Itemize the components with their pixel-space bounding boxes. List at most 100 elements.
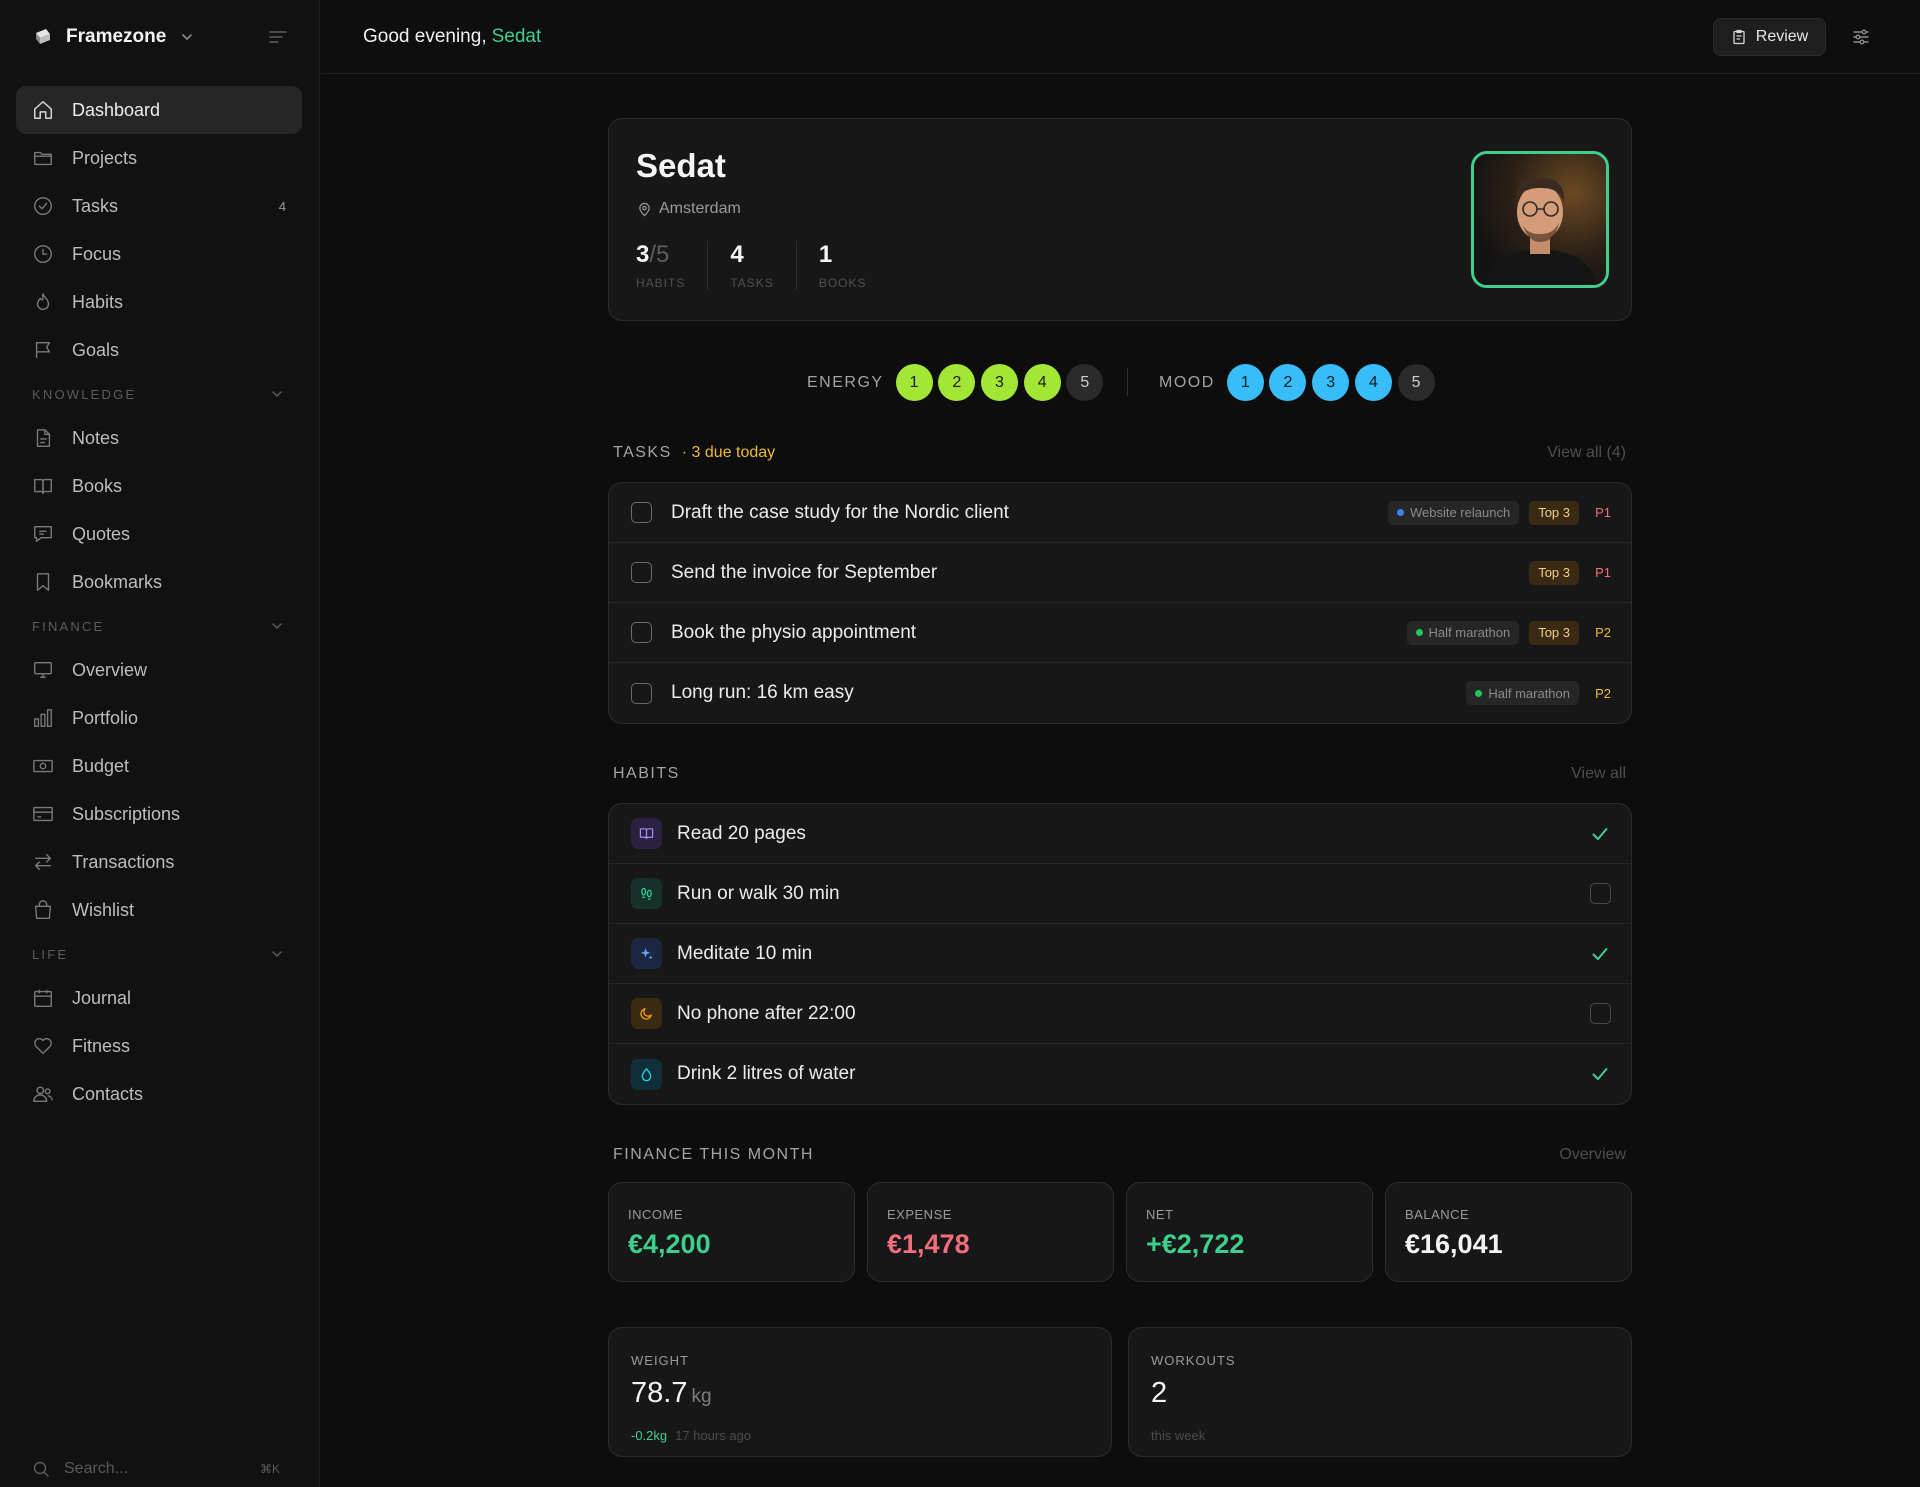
- habit-done-check[interactable]: [1589, 823, 1611, 845]
- habits-title: HABITS: [613, 765, 680, 782]
- habit-row[interactable]: Meditate 10 min: [609, 924, 1631, 984]
- habit-checkbox[interactable]: [1589, 1003, 1611, 1025]
- search-placeholder: Search...: [64, 1460, 129, 1477]
- sidebar-item-quotes[interactable]: Quotes: [16, 510, 302, 558]
- project-label: Half marathon: [1428, 625, 1511, 640]
- stat-value: 1: [819, 241, 867, 269]
- habits-header: HABITS View all: [608, 765, 1632, 783]
- sliders-icon[interactable]: [1851, 27, 1871, 47]
- review-button[interactable]: Review: [1713, 18, 1826, 56]
- chevron-down-icon: [182, 34, 193, 40]
- section-finance-header[interactable]: FINANCE: [16, 606, 302, 646]
- habit-row[interactable]: Run or walk 30 min: [609, 864, 1631, 924]
- finance-card-expense[interactable]: EXPENSE €1,478: [867, 1182, 1114, 1282]
- stat-value: 4: [730, 241, 773, 269]
- finance-card-income[interactable]: INCOME €4,200: [608, 1182, 855, 1282]
- habit-done-check[interactable]: [1589, 943, 1611, 965]
- task-checkbox[interactable]: [631, 502, 652, 523]
- workouts-card[interactable]: WORKOUTS 2 this week: [1128, 1327, 1632, 1457]
- project-tag[interactable]: Half marathon: [1406, 620, 1520, 645]
- habit-row[interactable]: No phone after 22:00: [609, 984, 1631, 1044]
- habits-view-all-link[interactable]: View all: [1571, 765, 1626, 783]
- sidebar-item-projects[interactable]: Projects: [16, 134, 302, 182]
- habit-title: Read 20 pages: [677, 822, 806, 844]
- energy-option-3[interactable]: 3: [980, 364, 1018, 401]
- sidebar-item-journal[interactable]: Journal: [16, 974, 302, 1022]
- sidebar-item-wishlist[interactable]: Wishlist: [16, 886, 302, 934]
- finance-card-net[interactable]: NET +€2,722: [1126, 1182, 1373, 1282]
- task-row[interactable]: Send the invoice for September Top 3 P1: [609, 543, 1631, 603]
- clipboard-icon: [1733, 29, 1745, 45]
- task-checkbox[interactable]: [631, 682, 652, 704]
- mood-option-5[interactable]: 5: [1397, 364, 1435, 401]
- energy-option-4[interactable]: 4: [1023, 364, 1061, 401]
- project-tag[interactable]: Half marathon: [1466, 681, 1579, 705]
- habit-row[interactable]: Read 20 pages: [609, 804, 1631, 864]
- sidebar-item-goals[interactable]: Goals: [16, 326, 302, 374]
- sidebar-item-label: Notes: [72, 427, 120, 448]
- habit-title: Drink 2 litres of water: [677, 1063, 856, 1084]
- map-pin-icon: [639, 202, 650, 216]
- avatar[interactable]: [1471, 151, 1609, 288]
- sidebar-item-fitness[interactable]: Fitness: [16, 1022, 302, 1070]
- mood-selector: MOOD 1 2 3 4 5: [1159, 364, 1440, 401]
- sidebar-search[interactable]: Search... ⌘K: [32, 1456, 280, 1482]
- task-tags: Half marathon P2: [1466, 681, 1611, 705]
- sidebar-item-overview[interactable]: Overview: [16, 646, 302, 694]
- section-title: LIFE: [32, 946, 69, 962]
- sidebar-item-label: Fitness: [72, 1035, 131, 1056]
- sidebar-item-portfolio[interactable]: Portfolio: [16, 694, 302, 742]
- greeting: Good evening, Sedat: [363, 26, 541, 48]
- workouts-sub: this week: [1151, 1428, 1206, 1443]
- tasks-view-all-link[interactable]: View all (4): [1547, 444, 1626, 462]
- sidebar-item-budget[interactable]: Budget: [16, 742, 302, 790]
- task-row[interactable]: Book the physio appointment Half maratho…: [609, 603, 1631, 663]
- section-life-header[interactable]: LIFE: [16, 934, 302, 974]
- sidebar-toggle-icon[interactable]: [268, 28, 288, 46]
- sidebar-item-notes[interactable]: Notes: [16, 414, 302, 462]
- sidebar-item-tasks[interactable]: Tasks 4: [16, 182, 302, 230]
- project-tag[interactable]: Website relaunch: [1387, 500, 1520, 525]
- energy-option-1[interactable]: 1: [895, 364, 933, 401]
- sidebar-item-subscriptions[interactable]: Subscriptions: [16, 790, 302, 838]
- check-icon: [1592, 947, 1608, 960]
- energy-option-2[interactable]: 2: [938, 364, 976, 401]
- weight-label: WEIGHT: [631, 1353, 689, 1368]
- sidebar-item-bookmarks[interactable]: Bookmarks: [16, 558, 302, 606]
- search-shortcut: ⌘K: [259, 1462, 280, 1476]
- stat-value: 3/5: [636, 241, 685, 269]
- finance-label: EXPENSE: [887, 1207, 952, 1222]
- habit-done-check[interactable]: [1589, 1063, 1611, 1085]
- workspace-switcher[interactable]: Framezone: [32, 20, 194, 54]
- task-checkbox[interactable]: [631, 622, 652, 643]
- task-checkbox[interactable]: [631, 562, 652, 583]
- mood-option-2[interactable]: 2: [1269, 364, 1307, 401]
- profile-stats: 3/5 HABITS 4 TASKS 1 BOOKS: [636, 241, 889, 290]
- mood-option-4[interactable]: 4: [1354, 364, 1392, 401]
- stat-number: 1: [818, 241, 833, 268]
- sidebar-item-contacts[interactable]: Contacts: [16, 1070, 302, 1118]
- app-logo-icon: [36, 29, 50, 44]
- energy-option-5[interactable]: 5: [1066, 364, 1104, 401]
- sidebar-item-books[interactable]: Books: [16, 462, 302, 510]
- moon-icon: [631, 998, 662, 1029]
- weight-card[interactable]: WEIGHT 78.7 kg -0.2kg 17 hours ago: [608, 1327, 1112, 1457]
- task-tags: Website relaunch Top 3 P1: [1387, 500, 1611, 525]
- habit-row[interactable]: Drink 2 litres of water: [609, 1044, 1631, 1104]
- bookmark-icon: [36, 573, 50, 591]
- finance-card-balance[interactable]: BALANCE €16,041: [1385, 1182, 1632, 1282]
- finance-title: FINANCE THIS MONTH: [613, 1146, 814, 1163]
- sidebar-item-habits[interactable]: Habits: [16, 278, 302, 326]
- sidebar-item-focus[interactable]: Focus: [16, 230, 302, 278]
- finance-overview-link[interactable]: Overview: [1559, 1146, 1626, 1164]
- task-row[interactable]: Draft the case study for the Nordic clie…: [609, 483, 1631, 543]
- section-knowledge-header[interactable]: KNOWLEDGE: [16, 374, 302, 414]
- finance-value: +€2,722: [1146, 1229, 1245, 1259]
- mood-option-3[interactable]: 3: [1312, 364, 1350, 401]
- mood-option-1[interactable]: 1: [1226, 364, 1264, 401]
- habit-checkbox[interactable]: [1589, 883, 1611, 905]
- task-row[interactable]: Long run: 16 km easy Half marathon P2: [609, 663, 1631, 723]
- sidebar-item-transactions[interactable]: Transactions: [16, 838, 302, 886]
- sidebar-item-dashboard[interactable]: Dashboard: [16, 86, 302, 134]
- energy-selector: ENERGY 1 2 3 4 5: [807, 364, 1109, 401]
